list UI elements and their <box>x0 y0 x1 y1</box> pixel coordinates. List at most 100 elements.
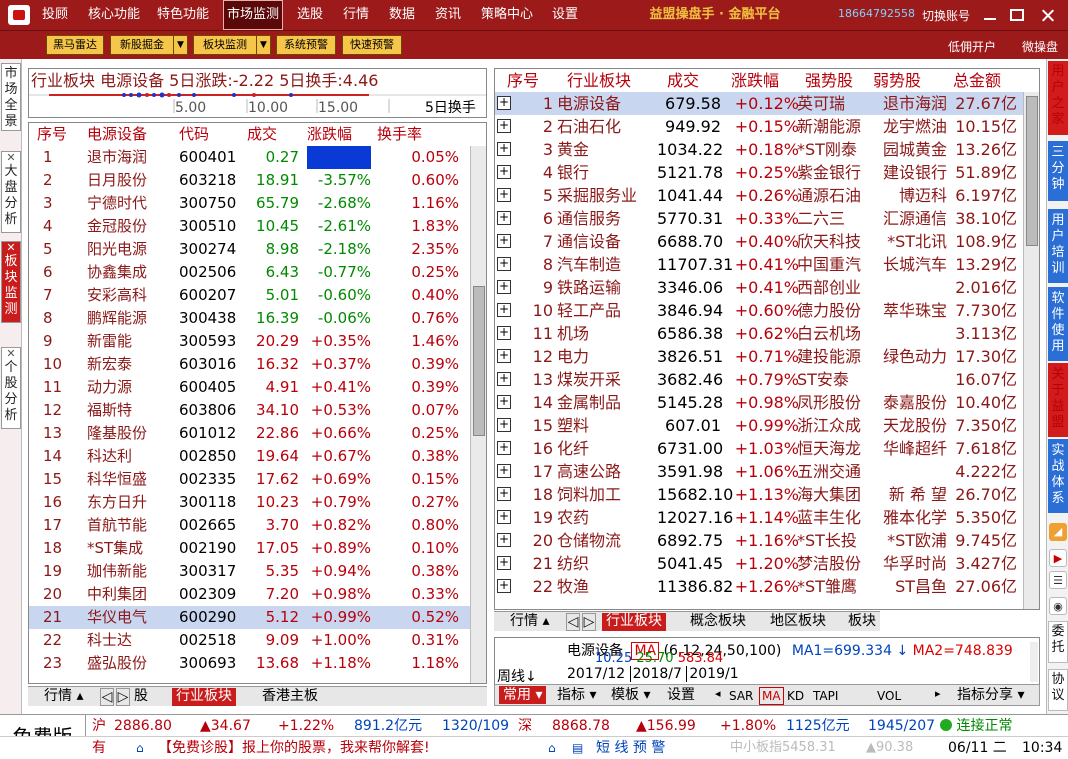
tab-next-arrow-icon[interactable]: ▷ <box>116 688 130 706</box>
short-term-alert[interactable]: 短 线 预 警 <box>596 737 665 759</box>
col-header-turnover[interactable]: 换手率 <box>377 123 422 146</box>
menu-market-monitor[interactable]: 市场监测 <box>223 0 283 30</box>
table-row[interactable]: +15 塑料 607.01 +0.99% 浙江众成 天龙股份 7.350亿 <box>495 414 1023 437</box>
table-row[interactable]: +10 轻工产品 3846.94 +0.60% 德力股份 萃华珠宝 7.730亿 <box>495 299 1023 322</box>
tab-prev-arrow-icon[interactable]: ◁ <box>100 688 114 706</box>
low-commission-link[interactable]: 低佣开户 <box>948 38 996 55</box>
table-row[interactable]: +13 煤炭开采 3682.46 +0.79% ST安泰 16.07亿 <box>495 368 1023 391</box>
col-header-code[interactable]: 代码 <box>179 123 209 146</box>
switch-account-link[interactable]: 切换账号 <box>922 7 970 24</box>
table-row[interactable]: +2 石油石化 949.92 +0.15% 新潮能源 龙宇燃油 10.15亿 <box>495 115 1023 138</box>
tab-protocol[interactable]: 协议 <box>1048 669 1068 711</box>
col-header-price[interactable]: 成交 <box>247 123 277 146</box>
home-icon[interactable]: ⌂ <box>136 737 144 759</box>
table-row[interactable]: +12 电力 3826.51 +0.71% 建投能源 绿色动力 17.30亿 <box>495 345 1023 368</box>
table-row[interactable]: 2 日月股份 603218 18.91 -3.57% 0.60% <box>29 169 470 192</box>
close-icon[interactable] <box>1040 8 1056 22</box>
new-stock-button[interactable]: 新股掘金 ▼ <box>110 35 188 55</box>
menu-stock-pick[interactable]: 选股 <box>292 0 328 30</box>
scroll-thumb[interactable] <box>473 286 485 436</box>
system-alert-button[interactable]: 系统预警 <box>276 35 336 55</box>
table-row[interactable]: +22 牧渔 11386.82 +1.26% *ST雏鹰 ST昌鱼 27.06亿 <box>495 575 1023 598</box>
table-row[interactable]: 5 阳光电源 300274 8.98 -2.18% 2.35% <box>29 238 470 261</box>
tab-software-usage[interactable]: 软件使用 <box>1048 287 1068 361</box>
table-row[interactable]: +3 黄金 1034.22 +0.18% *ST刚泰 园城黄金 13.26亿 <box>495 138 1023 161</box>
expand-plus-icon[interactable]: + <box>497 556 511 570</box>
sh-index[interactable]: 2886.80 <box>114 715 172 737</box>
tab-user-home[interactable]: 用户之家 <box>1048 61 1068 135</box>
menu-core[interactable]: 核心功能 <box>84 0 144 30</box>
tab-prev-arrow-icon[interactable]: ◁ <box>566 613 580 631</box>
news-ticker-text[interactable]: 【免费诊股】报上你的股票，我来帮你解套! <box>158 737 430 759</box>
table-row[interactable]: 19 珈伟新能 300317 5.35 +0.94% 0.38% <box>29 560 470 583</box>
table-row[interactable]: 1 退市海润 600401 0.27 -10.00% 0.05% <box>29 146 470 169</box>
col-header-index[interactable]: 序号 <box>507 69 539 92</box>
tab-user-training[interactable]: 用户培训 <box>1048 209 1068 283</box>
expand-plus-icon[interactable]: + <box>497 395 511 409</box>
expand-plus-icon[interactable]: + <box>497 441 511 455</box>
table-row[interactable]: 15 科华恒盛 002335 17.62 +0.69% 0.15% <box>29 468 470 491</box>
table-row[interactable]: +5 采掘服务业 1041.44 +0.26% 通源石油 博迈科 6.197亿 <box>495 184 1023 207</box>
table-row[interactable]: +4 银行 5121.78 +0.25% 紫金银行 建设银行 51.89亿 <box>495 161 1023 184</box>
minimize-icon[interactable] <box>982 8 998 22</box>
table-row[interactable]: 23 盛弘股份 300693 13.68 +1.18% 1.18% <box>29 652 470 675</box>
expand-plus-icon[interactable]: + <box>497 165 511 179</box>
expand-plus-icon[interactable]: + <box>497 349 511 363</box>
chevron-down-icon[interactable]: ▼ <box>173 36 187 54</box>
tab-practice-system[interactable]: 实战体系 <box>1048 439 1068 513</box>
table-row[interactable]: 22 科士达 002518 9.09 +1.00% 0.31% <box>29 629 470 652</box>
table-row[interactable]: +19 农药 12027.16 +1.14% 蓝丰生化 雅本化学 5.350亿 <box>495 506 1023 529</box>
account-icon[interactable]: ◉ <box>1049 597 1067 615</box>
table-row[interactable]: +16 化纤 6731.00 +1.03% 恒天海龙 华峰超纤 7.618亿 <box>495 437 1023 460</box>
expand-plus-icon[interactable]: + <box>497 510 511 524</box>
sz-index[interactable]: 8868.78 <box>552 715 610 737</box>
chevron-down-icon[interactable]: ▼ <box>256 36 270 54</box>
indicator-next-icon[interactable]: ▸ <box>935 687 941 700</box>
expand-plus-icon[interactable]: + <box>497 579 511 593</box>
tab-quotes[interactable]: 行情 ▴ <box>510 613 549 631</box>
col-header-name[interactable]: 电源设备 <box>87 123 147 146</box>
tab-about[interactable]: 关于益盟 <box>1048 363 1068 437</box>
indicator-menu[interactable]: 指标 ▾ <box>557 686 596 704</box>
indicator-sar[interactable]: SAR <box>729 688 753 704</box>
menu-strategy[interactable]: 策略中心 <box>476 0 538 30</box>
expand-plus-icon[interactable]: + <box>497 280 511 294</box>
table-row[interactable]: 20 中利集团 002309 7.20 +0.98% 0.33% <box>29 583 470 606</box>
col-header-change[interactable]: 涨跌幅 <box>731 69 779 92</box>
table-row[interactable]: +6 通信服务 5770.31 +0.33% 二六三 汇源通信 38.10亿 <box>495 207 1023 230</box>
table-row[interactable]: +9 铁路运输 3346.06 +0.41% 西部创业 2.016亿 <box>495 276 1023 299</box>
col-header-weak[interactable]: 弱势股 <box>873 69 921 92</box>
menu-tougu[interactable]: 投顾 <box>36 0 74 30</box>
tab-entrust[interactable]: 委托 <box>1048 621 1068 663</box>
indicator-tapi[interactable]: TAPI <box>813 688 838 704</box>
table-row[interactable]: 8 鹏辉能源 300438 16.39 -0.06% 0.76% <box>29 307 470 330</box>
table-row[interactable]: +1 电源设备 679.58 +0.12% 英可瑞 退市海润 27.67亿 <box>495 92 1023 115</box>
micro-trade-link[interactable]: 微操盘 <box>1022 38 1058 55</box>
maximize-icon[interactable] <box>1010 9 1024 21</box>
table-row[interactable]: 4 金冠股份 300510 10.45 -2.61% 1.83% <box>29 215 470 238</box>
tab-next-arrow-icon[interactable]: ▷ <box>582 613 596 631</box>
table-row[interactable]: 17 首航节能 002665 3.70 +0.82% 0.80% <box>29 514 470 537</box>
menu-special[interactable]: 特色功能 <box>153 0 213 30</box>
menu-news[interactable]: 资讯 <box>430 0 466 30</box>
table-row[interactable]: 13 隆基股份 601012 22.86 +0.66% 0.25% <box>29 422 470 445</box>
table-row[interactable]: 3 宁德时代 300750 65.79 -2.68% 1.16% <box>29 192 470 215</box>
expand-plus-icon[interactable]: + <box>497 418 511 432</box>
expand-plus-icon[interactable]: + <box>497 211 511 225</box>
expand-plus-icon[interactable]: + <box>497 372 511 386</box>
table-row[interactable]: 12 福斯特 603806 34.10 +0.53% 0.07% <box>29 399 470 422</box>
tab-index-analysis[interactable]: ✕ 大盘分析 <box>1 151 21 233</box>
expand-plus-icon[interactable]: + <box>497 188 511 202</box>
tab-sector-more[interactable]: 板块 <box>848 613 876 631</box>
table-row[interactable]: +17 高速公路 3591.98 +1.06% 五洲交通 4.222亿 <box>495 460 1023 483</box>
expand-plus-icon[interactable]: + <box>497 303 511 317</box>
expand-plus-icon[interactable]: + <box>497 142 511 156</box>
indicator-share-button[interactable]: 指标分享 ▾ <box>957 686 1024 704</box>
speaker-icon[interactable]: ◢ <box>1049 523 1067 541</box>
tab-three-minutes[interactable]: 三分钟 <box>1048 141 1068 201</box>
col-header-strong[interactable]: 强势股 <box>805 69 853 92</box>
table-row[interactable]: 18 *ST集成 002190 17.05 +0.89% 0.10% <box>29 537 470 560</box>
menu-quotes[interactable]: 行情 <box>338 0 374 30</box>
table-row[interactable]: 6 协鑫集成 002506 6.43 -0.77% 0.25% <box>29 261 470 284</box>
indicator-vol[interactable]: VOL <box>877 688 901 704</box>
